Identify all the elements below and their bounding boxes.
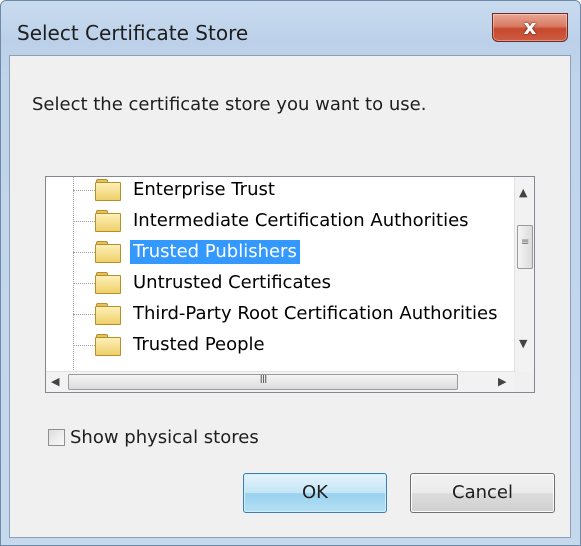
grip-icon: ≡ (521, 237, 530, 248)
folder-icon (95, 303, 121, 325)
folder-icon (95, 272, 121, 294)
close-icon: x (523, 15, 537, 39)
tree-item-label: Trusted People (133, 334, 265, 355)
certificate-store-tree[interactable]: Enterprise Trust Intermediate Certificat… (45, 176, 535, 393)
folder-icon (95, 334, 121, 356)
horizontal-scroll-thumb[interactable]: III (68, 373, 458, 390)
grip-icon: III (259, 373, 268, 386)
tree-item-selected[interactable]: Trusted Publishers (46, 237, 516, 268)
tree-connector (73, 283, 95, 284)
cancel-button[interactable]: Cancel (410, 473, 555, 513)
close-button[interactable]: x (492, 13, 568, 42)
dialog-client-area: Select the certificate store you want to… (9, 55, 571, 538)
tree-item[interactable]: Enterprise Trust (46, 177, 516, 206)
tree-connector (73, 252, 95, 253)
folder-icon (95, 210, 121, 232)
vertical-scroll-thumb[interactable]: ≡ (517, 225, 533, 269)
tree-item-label: Third-Party Root Certification Authoriti… (133, 303, 498, 324)
tree-item[interactable]: Untrusted Certificates (46, 268, 516, 299)
tree-item-label: Trusted Publishers (130, 240, 300, 264)
scroll-up-icon[interactable]: ▲ (519, 186, 527, 199)
scroll-right-icon[interactable]: ▶ (498, 375, 506, 388)
show-physical-stores-checkbox[interactable] (48, 429, 65, 446)
tree-item-label: Intermediate Certification Authorities (133, 210, 469, 231)
ok-button[interactable]: OK (243, 473, 387, 513)
tree-connector (73, 345, 95, 346)
tree-item[interactable]: Third-Party Root Certification Authoriti… (46, 299, 516, 330)
tree-connector (73, 314, 95, 315)
folder-icon (95, 179, 121, 201)
tree-item[interactable]: Trusted People (46, 330, 516, 361)
window-title: Select Certificate Store (17, 21, 249, 45)
checkbox-label: Show physical stores (70, 427, 259, 448)
scrollbar-corner (514, 372, 534, 392)
horizontal-scrollbar[interactable]: ◀ III ▶ (46, 371, 516, 392)
prompt-text: Select the certificate store you want to… (32, 94, 427, 115)
tree-item[interactable]: Intermediate Certification Authorities (46, 206, 516, 237)
folder-icon (95, 241, 121, 263)
tree-viewport: Enterprise Trust Intermediate Certificat… (46, 177, 516, 372)
tree-item-label: Enterprise Trust (133, 179, 275, 200)
tree-connector (73, 190, 95, 191)
scroll-down-icon[interactable]: ▼ (519, 337, 527, 350)
dialog-window: Select Certificate Store x Select the ce… (0, 0, 581, 546)
tree-connector (73, 221, 95, 222)
tree-item-label: Untrusted Certificates (133, 272, 331, 293)
vertical-scrollbar[interactable]: ▲ ≡ ▼ (514, 177, 534, 372)
scroll-left-icon[interactable]: ◀ (51, 375, 59, 388)
